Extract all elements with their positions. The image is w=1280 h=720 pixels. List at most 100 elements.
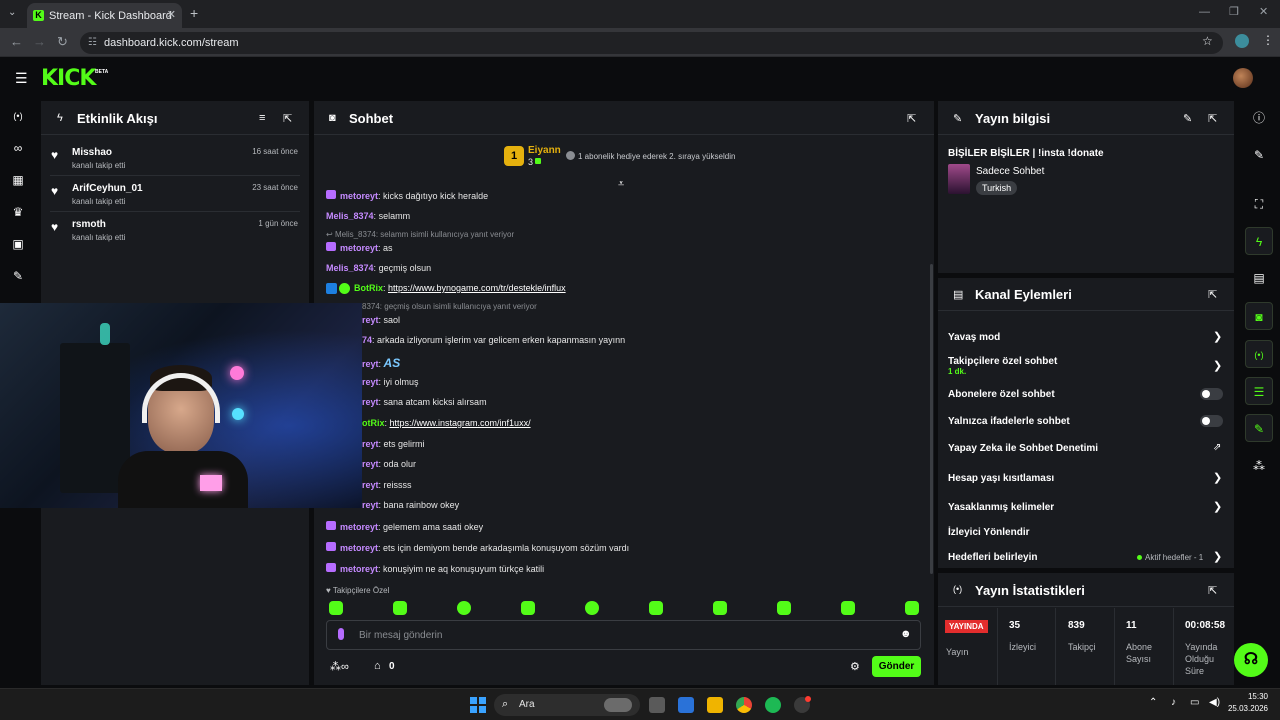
emote-button[interactable] (841, 601, 855, 615)
user-avatar[interactable] (1233, 68, 1253, 88)
fullscreen-icon[interactable]: ⛶ (1245, 190, 1273, 218)
maximize-icon[interactable]: ❐ (1229, 5, 1239, 18)
store-app-icon[interactable] (678, 697, 694, 713)
account-age-restriction-label[interactable]: Hesap yaşı kısıtlaması (948, 473, 1054, 484)
chat-input[interactable]: Bir mesaj gönderin ☻ (326, 620, 921, 650)
notes-icon[interactable]: ▤ (1245, 264, 1273, 292)
scroll-to-bottom-icon[interactable]: ⩡ (618, 178, 624, 191)
minimize-icon[interactable]: — (1199, 6, 1210, 18)
set-goals-label[interactable]: Hedefleri belirleyin (948, 552, 1037, 563)
more-tools-icon[interactable]: ⁂ (1245, 452, 1273, 480)
new-tab-icon[interactable]: + (190, 5, 198, 21)
banned-words-label[interactable]: Yasaklanmış kelimeler (948, 502, 1054, 513)
filter-icon[interactable]: ≡ (259, 112, 265, 124)
raid-label[interactable]: İzleyici Yönlendir (948, 527, 1030, 538)
back-icon[interactable]: ← (10, 34, 23, 49)
link-icon[interactable]: ∞ (10, 140, 26, 156)
pinned-user[interactable]: Eiyann (528, 145, 561, 156)
chevron-right-icon[interactable]: ❯ (1213, 550, 1222, 563)
edit-stream-info-icon[interactable]: ✎ (1183, 112, 1192, 125)
site-info-icon[interactable]: ☷ (88, 32, 97, 54)
bookmark-star-icon[interactable]: ☆ (1202, 34, 1213, 48)
reply-indicator: 8374: geçmiş olsun isimli kullanıcıya ya… (362, 302, 537, 311)
chat-icon[interactable]: ◙ (1245, 302, 1273, 330)
emote-button[interactable] (585, 601, 599, 615)
chevron-right-icon[interactable]: ❯ (1213, 500, 1222, 513)
stream-broadcast-icon[interactable]: (•) (10, 108, 26, 124)
emote-button[interactable] (777, 601, 791, 615)
chat-link[interactable]: https://www.bynogame.com/tr/destekle/inf… (388, 283, 566, 293)
emote-button[interactable] (457, 601, 471, 615)
microphone-icon[interactable] (338, 628, 344, 640)
stream-info-popout-icon[interactable]: ⇱ (1208, 112, 1217, 125)
popout-icon[interactable]: ⇱ (283, 112, 292, 125)
emote-button[interactable] (713, 601, 727, 615)
chevron-right-icon[interactable]: ❯ (1213, 471, 1222, 484)
clock-time[interactable]: 15:30 (1228, 692, 1268, 701)
emote-button[interactable] (649, 601, 663, 615)
activity-user[interactable]: Misshao (72, 147, 112, 158)
browser-menu-icon[interactable]: ⋮ (1262, 33, 1274, 47)
chrome-icon[interactable] (736, 697, 752, 713)
kicks-icon[interactable]: ⁂∞ (330, 660, 349, 673)
reload-icon[interactable]: ↻ (57, 34, 68, 50)
clock-date[interactable]: 25.03.2026 (1222, 704, 1268, 713)
tab-list-icon[interactable]: ⌄ (8, 7, 16, 18)
hamburger-menu-icon[interactable]: ☰ (15, 70, 28, 87)
chat-popout-icon[interactable]: ⇱ (907, 112, 916, 125)
chat-link[interactable]: https://www.instagram.com/inf1uxx/ (390, 418, 531, 428)
windows-start-icon[interactable] (470, 697, 486, 713)
chat-settings-icon[interactable]: ⚙ (850, 660, 860, 673)
broadcast-icon[interactable]: (•) (1245, 340, 1273, 368)
window-close-icon[interactable]: ✕ (1259, 5, 1268, 18)
layout-icon[interactable]: ☰ (1245, 377, 1273, 405)
slow-mode-label[interactable]: Yavaş mod (948, 332, 1000, 343)
category-name[interactable]: Sadece Sohbet (976, 166, 1044, 177)
trophy-icon[interactable]: ♛ (10, 204, 26, 220)
help-headset-icon[interactable]: ☊ (1234, 643, 1268, 677)
browser-tab[interactable]: K Stream - Kick Dashboard ✕ (27, 3, 182, 28)
tools-icon[interactable]: ✎ (10, 268, 26, 284)
emote-button[interactable] (521, 601, 535, 615)
ai-moderation-label[interactable]: Yapay Zeka ile Sohbet Denetimi (948, 443, 1098, 454)
chat-scrollbar[interactable] (930, 264, 933, 574)
tab-close-icon[interactable]: ✕ (167, 8, 176, 21)
external-link-icon[interactable]: ⇗ (1213, 442, 1221, 453)
tray-chevron-icon[interactable]: ⌃ (1149, 697, 1157, 708)
channel-actions-popout-icon[interactable]: ⇱ (1208, 288, 1217, 301)
profile-avatar-icon[interactable] (1235, 34, 1249, 48)
analytics-icon[interactable]: ▦ (10, 172, 26, 188)
video-icon[interactable]: ▣ (10, 236, 26, 252)
edit-icon[interactable]: ✎ (1245, 141, 1273, 169)
volume-icon[interactable]: ◀) (1209, 697, 1220, 708)
activity-user[interactable]: rsmoth (72, 219, 106, 230)
stream-stats-popout-icon[interactable]: ⇱ (1208, 584, 1217, 597)
forward-icon[interactable]: → (33, 34, 46, 49)
task-view-icon[interactable] (649, 697, 665, 713)
followers-only-duration: 1 dk. (948, 367, 967, 376)
followers-only-chat-label[interactable]: Takipçilere özel sohbet (948, 356, 1057, 367)
emote-button[interactable] (905, 601, 919, 615)
file-explorer-icon[interactable] (707, 697, 723, 713)
chevron-right-icon[interactable]: ❯ (1213, 330, 1222, 343)
url-field[interactable]: ☷ dashboard.kick.com/stream (80, 32, 1223, 54)
spotify-icon[interactable] (765, 697, 781, 713)
emotes-only-toggle[interactable] (1200, 415, 1223, 427)
subscribers-only-toggle[interactable] (1200, 388, 1223, 400)
info-icon[interactable]: ⓘ (1245, 104, 1273, 132)
activity-user[interactable]: ArifCeyhun_01 (72, 183, 143, 194)
wrench-icon[interactable]: ✎ (1245, 414, 1273, 442)
category-thumbnail[interactable] (948, 164, 970, 194)
emote-button[interactable] (329, 601, 343, 615)
kick-logo[interactable]: KICK (41, 66, 96, 91)
display-icon[interactable]: ▭ (1190, 697, 1199, 708)
activity-feed-icon[interactable]: ϟ (1245, 227, 1273, 255)
send-button[interactable]: Gönder (872, 656, 921, 677)
microphone-tray-icon[interactable]: ♪ (1171, 697, 1176, 708)
emote-button[interactable] (393, 601, 407, 615)
store-icon[interactable]: ⌂ (374, 660, 381, 672)
chevron-right-icon[interactable]: ❯ (1213, 359, 1222, 372)
chat-message: Melis_8374: selamm (326, 211, 411, 221)
emoji-picker-icon[interactable]: ☻ (900, 628, 912, 640)
taskbar-search[interactable]: ⌕ Ara (494, 694, 640, 716)
